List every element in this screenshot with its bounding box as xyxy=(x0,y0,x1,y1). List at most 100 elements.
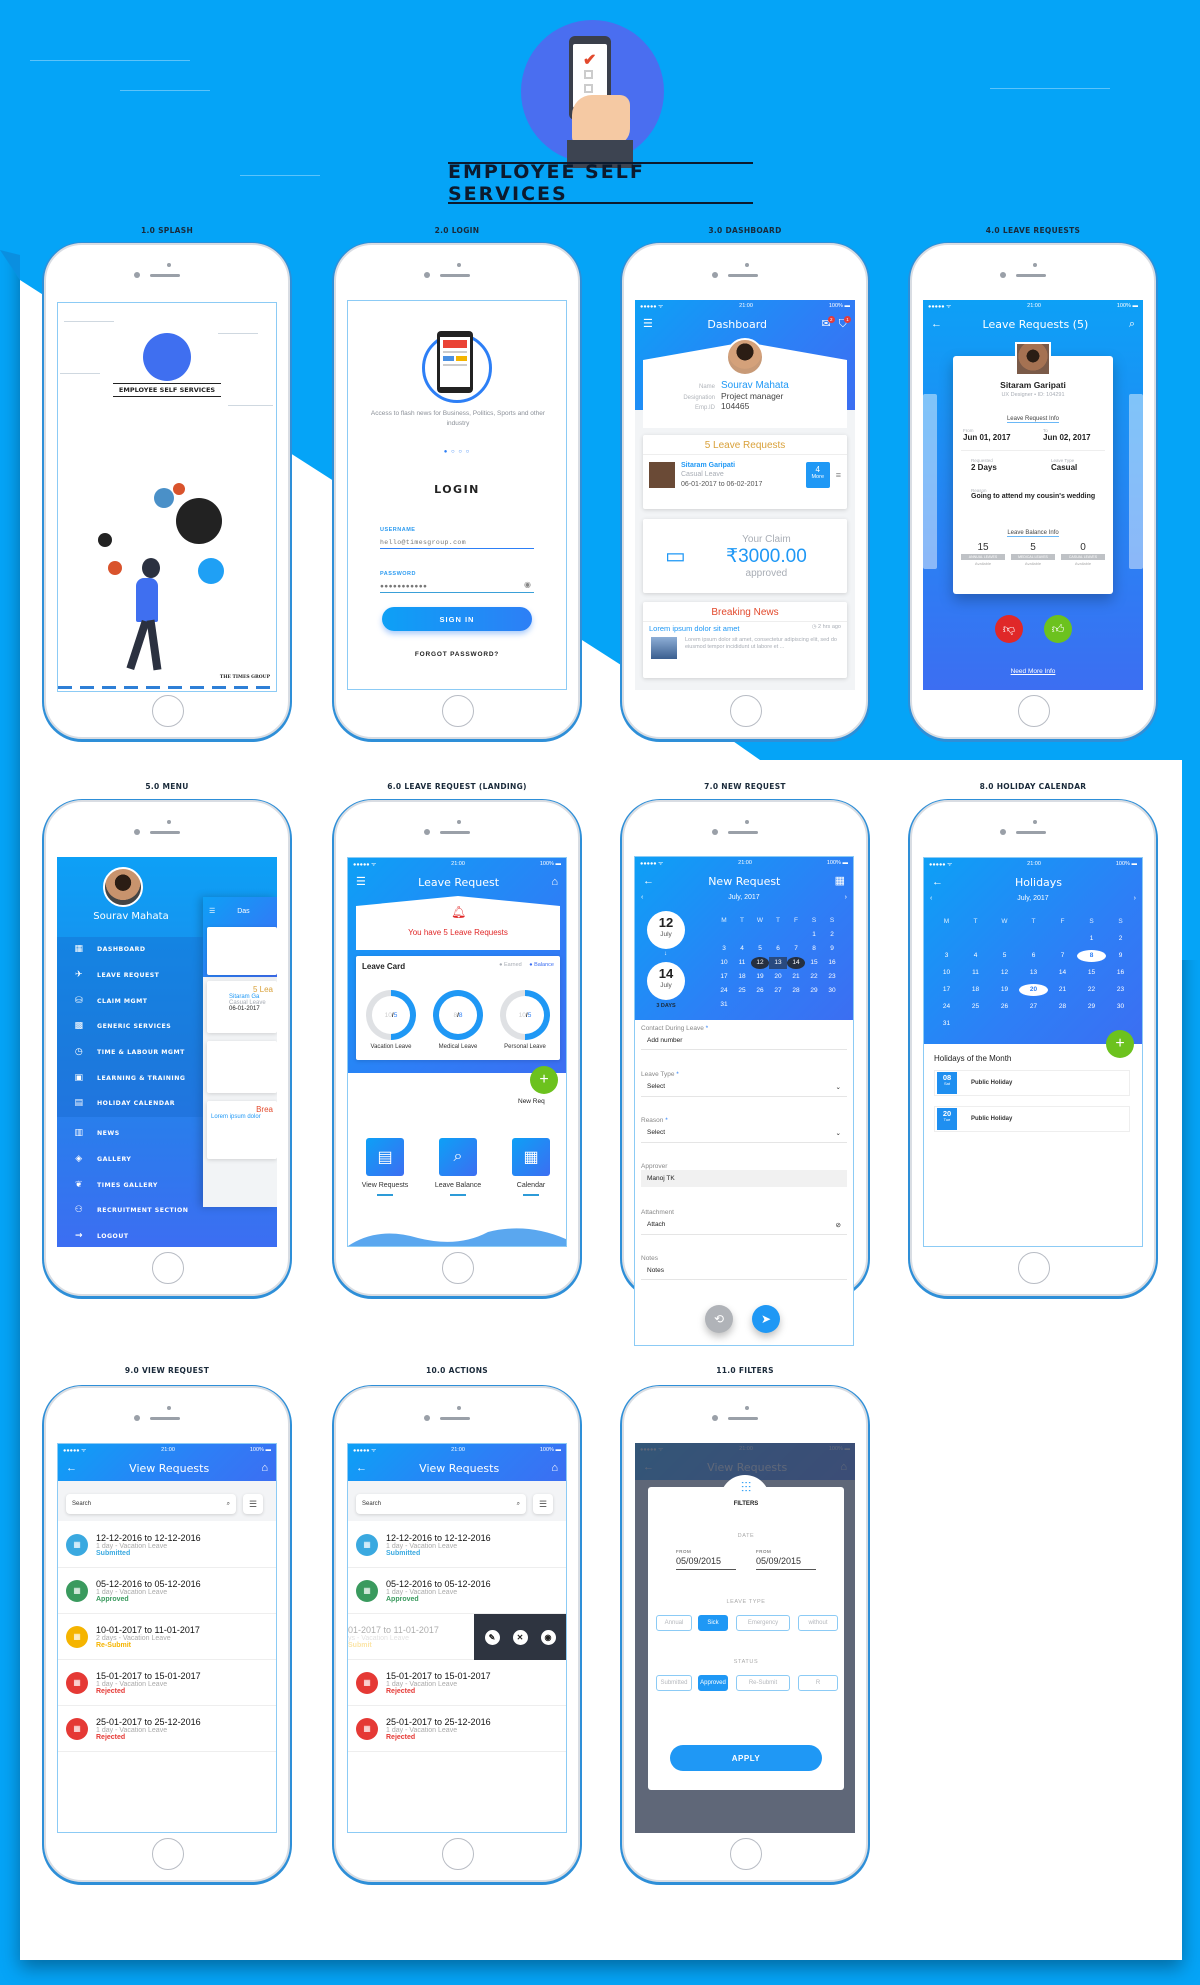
hamburger-menu-icon[interactable]: ☰ xyxy=(209,908,215,915)
chevron-down-icon[interactable]: ⌄ xyxy=(836,1129,841,1137)
search-input[interactable]: Search ⌕ xyxy=(356,1494,526,1514)
need-more-info-link[interactable]: Need More Info xyxy=(923,668,1143,675)
calendar-day[interactable]: 26 xyxy=(751,985,769,997)
filter-chip[interactable]: Approved xyxy=(698,1675,728,1691)
calendar-day[interactable]: 6 xyxy=(1019,950,1048,962)
calendar-day[interactable]: 4 xyxy=(961,950,990,962)
calendar-day[interactable]: 29 xyxy=(1077,1001,1106,1013)
tile-view-requests[interactable]: ▤ View Requests xyxy=(350,1138,420,1196)
send-button[interactable]: ➤ xyxy=(752,1305,780,1333)
calendar-day[interactable]: 30 xyxy=(1106,1001,1135,1013)
breaking-news-card[interactable]: Breaking News Lorem ipsum dolor sit amet… xyxy=(643,602,847,678)
calendar-day[interactable]: 15 xyxy=(805,957,823,969)
request-row[interactable]: ▦ 05-12-2016 to 05-12-2016 1 day - Vacatio… xyxy=(348,1568,566,1614)
tile-leave-balance[interactable]: ⌕ Leave Balance xyxy=(423,1138,493,1196)
menu-item-time-labour-mgmt[interactable]: ◷ TIME & LABOUR MGMT xyxy=(57,1040,203,1066)
back-arrow-icon[interactable]: ← xyxy=(931,318,942,330)
request-row[interactable]: ▦ 25-01-2017 to 25-12-2016 1 day - Vacatio… xyxy=(58,1706,276,1752)
calendar-day[interactable]: 7 xyxy=(1048,950,1077,962)
calendar-day[interactable]: 24 xyxy=(932,1001,961,1013)
next-card-peek[interactable] xyxy=(1129,394,1143,569)
calendar-day[interactable]: 21 xyxy=(1048,984,1077,996)
calendar-day[interactable]: 8 xyxy=(1077,950,1106,962)
menu-item-news[interactable]: ▥ NEWS xyxy=(57,1121,203,1147)
request-row[interactable]: 01-2017 to 11-01-2017 ys - Vacation Leave… xyxy=(348,1614,566,1660)
avatar[interactable] xyxy=(726,338,764,376)
from-date-field[interactable]: FROM 05/09/2015 xyxy=(676,1549,736,1570)
home-icon[interactable]: ⌂ xyxy=(551,876,558,888)
request-row[interactable]: ▦ 25-01-2017 to 25-12-2016 1 day - Vacatio… xyxy=(348,1706,566,1752)
calendar-day[interactable]: 29 xyxy=(805,985,823,997)
calendar-day[interactable]: 21 xyxy=(787,971,805,983)
calendar-day[interactable]: 4 xyxy=(733,943,751,955)
calendar-day[interactable]: 28 xyxy=(1048,1001,1077,1013)
leave-requests-card[interactable]: 5 Leave Requests Sitaram Garipati Casual… xyxy=(643,435,847,509)
calendar-day[interactable]: 25 xyxy=(961,1001,990,1013)
next-month-button[interactable]: › xyxy=(1134,895,1136,902)
eye-icon[interactable]: ◉ xyxy=(524,581,531,589)
calendar-day[interactable]: 1 xyxy=(805,929,823,941)
calendar-day[interactable]: 18 xyxy=(733,971,751,983)
prev-month-button[interactable]: ‹ xyxy=(930,895,932,902)
calendar-day[interactable]: 20 xyxy=(1019,984,1048,996)
cancel-x-icon[interactable]: ✕ xyxy=(512,1629,528,1645)
request-row[interactable]: ▦ 15-01-2017 to 15-01-2017 1 day - Vacatio… xyxy=(348,1660,566,1706)
calendar-day[interactable]: 26 xyxy=(990,1001,1019,1013)
calendar-day[interactable]: 10 xyxy=(715,957,733,969)
tile-calendar[interactable]: ▦ Calendar xyxy=(496,1138,566,1196)
menu-item-recruitment-section[interactable]: ⚇ RECRUITMENT SECTION xyxy=(57,1198,203,1224)
calendar-day[interactable]: 28 xyxy=(787,985,805,997)
holiday-item[interactable]: 20 Tue Public Holiday xyxy=(934,1106,1130,1132)
calendar-day[interactable]: 16 xyxy=(1106,967,1135,979)
calendar-day[interactable]: 2 xyxy=(823,929,841,941)
calendar-day[interactable]: 1 xyxy=(1077,933,1106,945)
request-row[interactable]: ▦ 12-12-2016 to 12-12-2016 1 day - Vacatio… xyxy=(58,1522,276,1568)
mail-icon[interactable]: ✉ 2 xyxy=(822,315,835,330)
calendar-day[interactable]: 2 xyxy=(1106,933,1135,945)
calendar-day[interactable]: 24 xyxy=(715,985,733,997)
filter-chip[interactable]: without xyxy=(798,1615,838,1631)
calendar-day[interactable]: 7 xyxy=(787,943,805,955)
calendar-day[interactable]: 5 xyxy=(751,943,769,955)
field-approver[interactable]: Approver Manoj TK xyxy=(641,1163,847,1187)
calendar-day[interactable]: 27 xyxy=(769,985,787,997)
calendar-day[interactable]: 12 xyxy=(990,967,1019,979)
calendar-day[interactable]: 14 xyxy=(1048,967,1077,979)
next-month-button[interactable]: › xyxy=(845,894,847,901)
search-icon[interactable]: ⌕ xyxy=(1129,318,1135,330)
calendar-day[interactable]: 9 xyxy=(1106,950,1135,962)
home-icon[interactable]: ⌂ xyxy=(551,1462,558,1474)
search-icon[interactable]: ⌕ xyxy=(227,1501,230,1508)
calendar-day[interactable]: 13 xyxy=(769,957,787,969)
menu-item-times-gallery[interactable]: ❦ TIMES GALLERY xyxy=(57,1172,203,1198)
back-arrow-icon[interactable]: ← xyxy=(66,1462,77,1474)
menu-item-leave-request[interactable]: ✈ LEAVE REQUEST xyxy=(57,963,203,989)
to-date-field[interactable]: FROM 05/09/2015 xyxy=(756,1549,816,1570)
calendar-day[interactable]: 6 xyxy=(769,943,787,955)
calendar-day[interactable]: 11 xyxy=(961,967,990,979)
hamburger-menu-icon[interactable]: ☰ xyxy=(356,876,366,888)
dashboard-peek[interactable]: ☰ Das 5 Lea Sitaram Ga Casual Leave 06-0… xyxy=(203,897,277,1207)
menu-item-claim-mgmt[interactable]: ⛁ CLAIM MGMT xyxy=(57,988,203,1014)
request-row[interactable]: ▦ 05-12-2016 to 05-12-2016 1 day - Vacatio… xyxy=(58,1568,276,1614)
search-icon[interactable]: ⌕ xyxy=(517,1501,520,1508)
sign-in-button[interactable]: SIGN IN xyxy=(382,607,532,631)
claim-card[interactable]: ▭ Your Claim ₹3000.00 approved xyxy=(643,519,847,593)
news-headline[interactable]: Lorem ipsum dolor sit amet xyxy=(649,624,739,633)
calendar-icon[interactable]: ▦ xyxy=(835,875,845,887)
calendar-day[interactable]: 3 xyxy=(932,950,961,962)
calendar-day[interactable]: 13 xyxy=(1019,967,1048,979)
calendar-day[interactable]: 15 xyxy=(1077,967,1106,979)
more-requests-button[interactable]: 4 More xyxy=(805,462,830,489)
calendar-day[interactable]: 3 xyxy=(715,943,733,955)
calendar-day[interactable]: 22 xyxy=(805,971,823,983)
calendar-day[interactable]: 9 xyxy=(823,943,841,955)
calendar-day[interactable]: 20 xyxy=(769,971,787,983)
password-input[interactable] xyxy=(380,581,534,593)
filter-chip[interactable]: R xyxy=(798,1675,838,1691)
filter-sliders-button[interactable]: ☰ xyxy=(533,1494,553,1514)
calendar-day[interactable]: 11 xyxy=(733,957,751,969)
calendar-day[interactable]: 31 xyxy=(715,999,733,1011)
back-arrow-icon[interactable]: ← xyxy=(932,876,943,888)
filter-chip[interactable]: Submitted xyxy=(656,1675,692,1691)
